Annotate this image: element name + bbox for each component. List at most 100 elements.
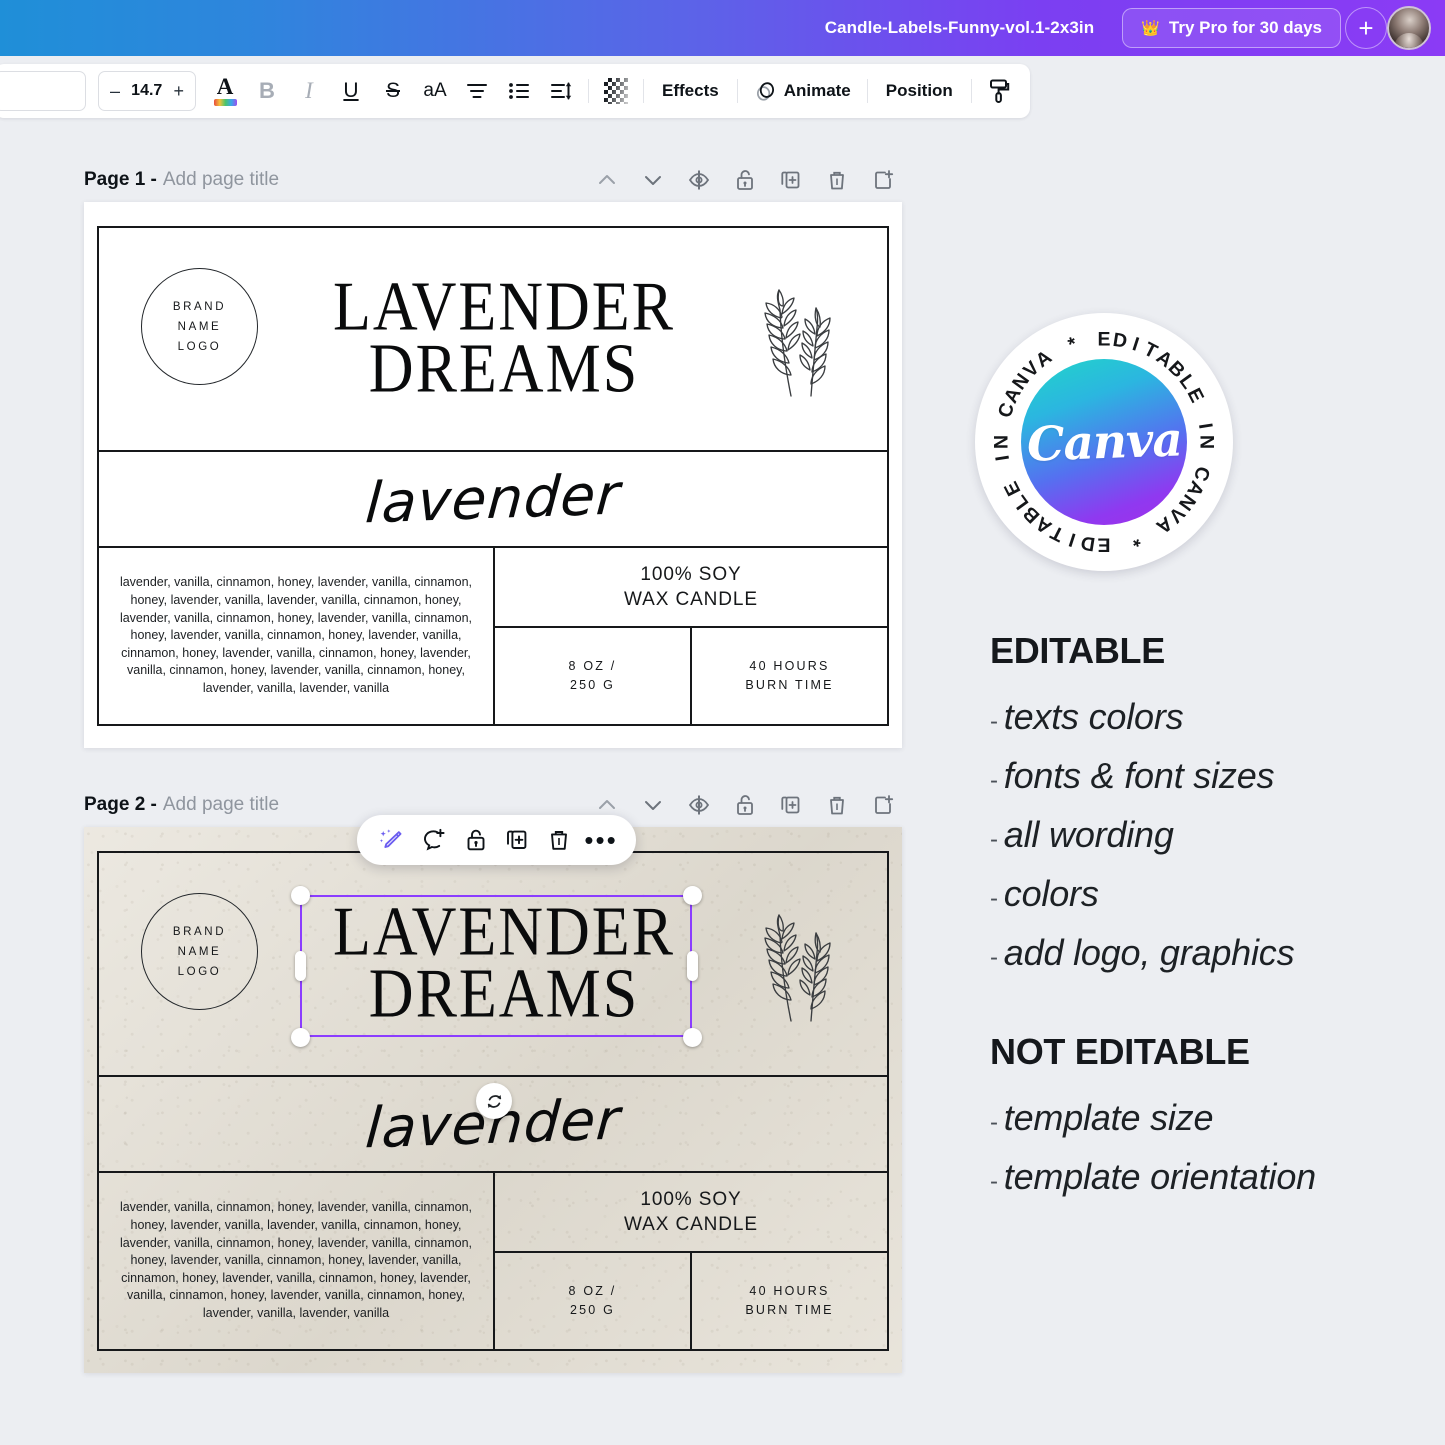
duplicate-page-icon[interactable] — [778, 792, 804, 818]
page-2-title-input[interactable]: Add page title — [163, 794, 279, 816]
add-comment-icon — [423, 828, 445, 851]
element-context-toolbar: ••• — [357, 815, 636, 865]
badge-ring-char: N — [990, 434, 1013, 450]
label-measure-row: 8 OZ / 250 G 40 HOURS BURN TIME — [495, 628, 887, 724]
brand-line-2: NAME — [177, 945, 222, 958]
hide-page-icon[interactable] — [686, 792, 712, 818]
text-color-button[interactable]: A — [204, 70, 246, 112]
weight-cell[interactable]: 8 OZ / 250 G — [495, 628, 692, 724]
weight-line-1: 8 OZ / — [568, 659, 617, 673]
animate-button[interactable]: Animate — [744, 80, 861, 103]
page-1-canvas[interactable]: BRAND NAME LOGO LAVENDER DREAMS lavender… — [84, 202, 902, 748]
document-title[interactable]: Candle-Labels-Funny-vol.1-2x3in — [825, 18, 1094, 38]
avatar[interactable] — [1387, 6, 1431, 50]
resize-handle-top-left[interactable] — [291, 886, 310, 905]
duplicate-button[interactable] — [496, 818, 538, 863]
badge-ring-char: E — [1097, 533, 1111, 556]
list-dash: - — [990, 1109, 998, 1136]
label-script-section: lavender — [99, 452, 887, 548]
transparency-button[interactable] — [595, 70, 637, 112]
feature-label: colors — [1003, 873, 1099, 914]
resize-handle-right[interactable] — [687, 951, 698, 981]
add-page-icon[interactable] — [870, 167, 896, 193]
animate-label: Animate — [783, 81, 851, 100]
font-family-select[interactable] — [0, 71, 86, 111]
editable-in-canva-badge: E D I T A B L E I N C A N V A * E D I T A B L E I N C A N V A * Canva — [975, 313, 1233, 571]
label-measure-row: 8 OZ / 250 G 40 HOURS BURN TIME — [495, 1253, 887, 1349]
bold-button[interactable]: B — [246, 70, 288, 112]
script-word[interactable]: lavender — [363, 462, 622, 536]
more-options-button[interactable]: ••• — [580, 818, 622, 863]
lock-page-icon[interactable] — [732, 167, 758, 193]
duplicate-page-icon[interactable] — [778, 167, 804, 193]
brand-line-2: NAME — [177, 320, 222, 333]
list-dash: - — [990, 826, 998, 853]
chevron-up-icon[interactable] — [594, 167, 620, 193]
soy-line-2: WAX CANDLE — [624, 1214, 758, 1235]
burn-time-cell[interactable]: 40 HOURS BURN TIME — [692, 1253, 887, 1349]
chevron-down-icon[interactable] — [640, 792, 666, 818]
delete-button[interactable] — [538, 818, 580, 863]
soy-cell[interactable]: 100% SOY WAX CANDLE — [495, 1173, 887, 1253]
list-dash: - — [990, 885, 998, 912]
label-title-selected[interactable]: LAVENDER DREAMS — [294, 897, 714, 1029]
resize-handle-bottom-right[interactable] — [683, 1028, 702, 1047]
add-page-icon[interactable] — [870, 792, 896, 818]
lock-button[interactable] — [455, 818, 497, 863]
rotate-handle[interactable] — [476, 1083, 512, 1119]
font-size-decrease-button[interactable]: – — [110, 81, 120, 102]
font-size-stepper[interactable]: – 14.7 + — [98, 71, 196, 111]
weight-line-2: 250 G — [569, 1303, 616, 1317]
align-button[interactable] — [456, 70, 498, 112]
list-button[interactable] — [498, 70, 540, 112]
editable-list: - texts colors - fonts & font sizes - all wor… — [990, 690, 1430, 985]
hide-page-icon[interactable] — [686, 167, 712, 193]
effects-button[interactable]: Effects — [650, 81, 731, 101]
weight-cell[interactable]: 8 OZ / 250 G — [495, 1253, 692, 1349]
ingredients-cell[interactable]: lavender, vanilla, cinnamon, honey, lave… — [99, 1173, 495, 1349]
font-size-value[interactable]: 14.7 — [131, 82, 162, 100]
feature-label: template orientation — [1003, 1156, 1316, 1197]
label-title[interactable]: LAVENDER DREAMS — [294, 272, 714, 404]
invite-members-button[interactable]: + — [1345, 7, 1387, 49]
italic-button[interactable]: I — [288, 70, 330, 112]
resize-handle-left[interactable] — [295, 951, 306, 981]
burn-time-cell[interactable]: 40 HOURS BURN TIME — [692, 628, 887, 724]
page-1-title-input[interactable]: Add page title — [163, 169, 279, 191]
brand-line-1: BRAND — [172, 925, 227, 938]
label-header-section: BRAND NAME LOGO LAVENDER DREAMS — [99, 228, 887, 452]
botanical-sprig-icon[interactable] — [755, 270, 839, 398]
label-artboard-1: BRAND NAME LOGO LAVENDER DREAMS lavender… — [97, 226, 889, 726]
add-comment-button[interactable] — [413, 818, 455, 863]
delete-page-icon[interactable] — [824, 792, 850, 818]
letter-case-button[interactable]: aA — [414, 70, 456, 112]
resize-handle-bottom-left[interactable] — [291, 1028, 310, 1047]
font-size-increase-button[interactable]: + — [173, 81, 184, 102]
delete-page-icon[interactable] — [824, 167, 850, 193]
line-spacing-icon — [551, 82, 572, 100]
crown-icon: 👑 — [1141, 19, 1160, 37]
botanical-sprig-icon[interactable] — [755, 895, 839, 1023]
strikethrough-button[interactable]: S — [372, 70, 414, 112]
brand-logo-circle[interactable]: BRAND NAME LOGO — [141, 893, 258, 1010]
italic-icon: I — [305, 78, 313, 103]
copy-style-button[interactable] — [978, 70, 1020, 112]
position-button[interactable]: Position — [874, 81, 965, 101]
brand-logo-circle[interactable]: BRAND NAME LOGO — [141, 268, 258, 385]
lock-page-icon[interactable] — [732, 792, 758, 818]
underline-button[interactable]: U — [330, 70, 372, 112]
resize-handle-top-right[interactable] — [683, 886, 702, 905]
plus-icon: + — [1358, 12, 1374, 43]
soy-cell[interactable]: 100% SOY WAX CANDLE — [495, 548, 887, 628]
chevron-down-icon[interactable] — [640, 167, 666, 193]
strikethrough-icon: S — [385, 79, 400, 102]
try-pro-label: Try Pro for 30 days — [1168, 18, 1322, 37]
ingredients-cell[interactable]: lavender, vanilla, cinnamon, honey, lave… — [99, 548, 495, 724]
try-pro-button[interactable]: 👑 Try Pro for 30 days — [1122, 8, 1341, 48]
toolbar-divider — [736, 79, 738, 103]
page-2-number: Page 2 - — [84, 794, 157, 815]
weight-line-2: 250 G — [569, 678, 616, 692]
magic-edit-button[interactable] — [371, 818, 413, 863]
burn-line-1: 40 HOURS — [749, 659, 830, 673]
line-spacing-button[interactable] — [540, 70, 582, 112]
